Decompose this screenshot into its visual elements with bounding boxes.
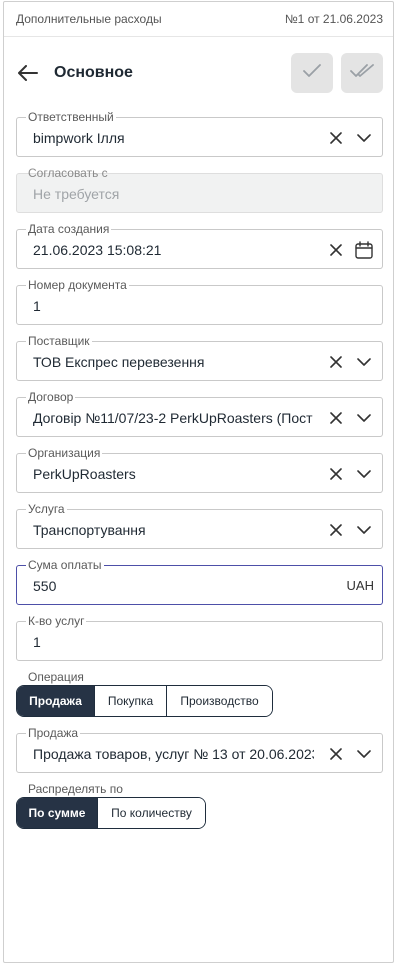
check-icon — [303, 63, 321, 83]
chevron-down-icon[interactable] — [354, 464, 374, 484]
back-arrow-icon[interactable] — [16, 61, 40, 85]
section-header: Основное — [16, 52, 383, 94]
created-date-label: Дата создания — [26, 222, 112, 236]
operation-label: Операция — [28, 670, 84, 684]
chevron-down-icon[interactable] — [354, 520, 374, 540]
clear-icon[interactable] — [326, 352, 346, 372]
topbar: Дополнительные расходы №1 от 21.06.2023 — [16, 10, 383, 28]
operation-option-purchase[interactable]: Покупка — [94, 686, 166, 716]
service-label: Услуга — [26, 502, 67, 516]
sale-value: Продажа товаров, услуг № 13 от 20.06.202… — [33, 746, 314, 762]
calendar-icon[interactable] — [354, 240, 374, 260]
save-and-close-button[interactable] — [341, 53, 383, 93]
organization-value: PerkUpRoasters — [33, 466, 136, 482]
operation-option-sale[interactable]: Продажа — [17, 686, 94, 716]
clear-icon[interactable] — [326, 240, 346, 260]
service-count-value: 1 — [33, 634, 41, 650]
responsible-field[interactable]: Ответственный bimpwork Ілля — [16, 110, 383, 157]
divider — [4, 36, 393, 37]
payment-sum-value[interactable]: 550 — [33, 577, 314, 595]
doc-number-field[interactable]: Номер документа 1 — [16, 278, 383, 325]
contract-value: Договір №11/07/23-2 PerkUpRoasters (Пост — [33, 410, 313, 426]
distribute-option-quantity[interactable]: По количеству — [97, 798, 205, 828]
distribute-label: Распределять по — [28, 782, 123, 796]
approve-with-value: Не требуется — [33, 186, 120, 202]
document-number: №1 от 21.06.2023 — [284, 12, 383, 26]
supplier-value: ТОВ Експрес перевезення — [33, 354, 205, 370]
approve-with-label: Согласовать с — [28, 166, 108, 180]
distribute-toggle: По сумме По количеству — [16, 797, 206, 829]
clear-icon[interactable] — [326, 128, 346, 148]
clear-icon[interactable] — [326, 744, 346, 764]
doc-number-value: 1 — [33, 298, 41, 314]
supplier-label: Поставщик — [26, 334, 92, 348]
clear-icon[interactable] — [326, 408, 346, 428]
contract-label: Договор — [26, 390, 76, 404]
payment-sum-label: Сума оплаты — [26, 558, 104, 572]
organization-label: Организация — [26, 446, 103, 460]
chevron-down-icon[interactable] — [354, 352, 374, 372]
chevron-down-icon[interactable] — [354, 128, 374, 148]
operation-toggle: Продажа Покупка Производство — [16, 685, 273, 717]
created-date-value: 21.06.2023 15:08:21 — [33, 242, 162, 258]
service-count-field[interactable]: К-во услуг 1 — [16, 614, 383, 661]
document-type: Дополнительные расходы — [16, 12, 162, 26]
chevron-down-icon[interactable] — [354, 744, 374, 764]
doc-number-label: Номер документа — [26, 278, 129, 292]
service-count-label: К-во услуг — [26, 614, 87, 628]
currency-suffix: UAH — [346, 578, 374, 593]
sale-field[interactable]: Продажа Продажа товаров, услуг № 13 от 2… — [16, 726, 383, 773]
approve-with-field: Согласовать с Не требуется — [16, 166, 383, 213]
chevron-down-icon[interactable] — [354, 408, 374, 428]
sale-label: Продажа — [26, 726, 81, 740]
operation-option-production[interactable]: Производство — [166, 686, 272, 716]
double-check-icon — [350, 63, 374, 83]
contract-field[interactable]: Договор Договір №11/07/23-2 PerkUpRoaste… — [16, 390, 383, 437]
created-date-field[interactable]: Дата создания 21.06.2023 15:08:21 — [16, 222, 383, 269]
supplier-field[interactable]: Поставщик ТОВ Експрес перевезення — [16, 334, 383, 381]
clear-icon[interactable] — [326, 464, 346, 484]
payment-sum-field[interactable]: Сума оплаты 550 UAH — [16, 558, 383, 605]
save-button[interactable] — [291, 53, 333, 93]
service-value: Транспортування — [33, 522, 146, 538]
page-title: Основное — [54, 64, 133, 81]
clear-icon[interactable] — [326, 520, 346, 540]
organization-field[interactable]: Организация PerkUpRoasters — [16, 446, 383, 493]
responsible-label: Ответственный — [26, 110, 116, 124]
service-field[interactable]: Услуга Транспортування — [16, 502, 383, 549]
responsible-value: bimpwork Ілля — [33, 130, 125, 146]
distribute-option-sum[interactable]: По сумме — [17, 798, 97, 828]
